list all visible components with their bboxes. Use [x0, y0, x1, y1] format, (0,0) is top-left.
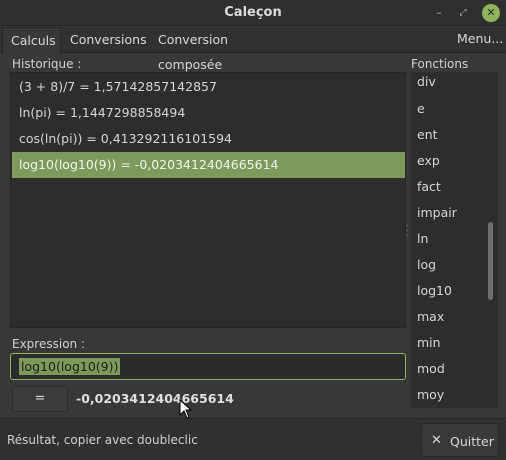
history-list[interactable]: (3 + 8)/7 = 1,57142857142857 ln(pi) = 1,… — [10, 72, 406, 328]
expression-label: Expression : — [12, 337, 85, 351]
expression-input[interactable]: log10(log10(9)) — [10, 353, 406, 380]
result-value[interactable]: -0,0203412404665614 — [76, 391, 234, 406]
history-row[interactable]: ln(pi) = 1,1447298858494 — [12, 100, 405, 126]
close-icon: ✕ — [431, 433, 442, 448]
history-row-selected[interactable]: log10(log10(9)) = -0,0203412404665614 — [12, 152, 405, 178]
pane-grip-icon[interactable]: • • • — [405, 223, 409, 240]
history-row[interactable]: (3 + 8)/7 = 1,57142857142857 — [12, 74, 405, 100]
status-bar: Résultat, copier avec doubleclic ✕ Quitt… — [0, 418, 506, 460]
function-item[interactable]: ent — [417, 125, 438, 145]
history-label: Historique : — [12, 57, 82, 71]
tab-bar: Calculs Conversions Conversion composée … — [0, 27, 506, 72]
function-item[interactable]: mod — [417, 359, 445, 379]
history-row[interactable]: cos(ln(pi)) = 0,413292116101594 — [12, 126, 405, 152]
minimize-icon[interactable]: – — [430, 4, 448, 22]
functions-scrollbar[interactable] — [488, 222, 493, 300]
function-item[interactable]: max — [417, 307, 444, 327]
functions-label: Fonctions — [411, 57, 469, 71]
function-item[interactable]: impair — [417, 203, 457, 223]
close-icon[interactable]: ✕ — [482, 4, 500, 22]
equals-button[interactable]: = — [12, 386, 68, 412]
title-bar: Caleçon – ⤢ ✕ — [0, 0, 506, 26]
function-item[interactable]: moy — [417, 385, 444, 405]
function-item[interactable]: log10 — [417, 281, 452, 301]
maximize-icon[interactable]: ⤢ — [454, 4, 472, 22]
status-text: Résultat, copier avec doubleclic — [7, 433, 198, 447]
function-item[interactable]: exp — [417, 151, 440, 171]
function-item[interactable]: div — [417, 72, 436, 92]
menu-button[interactable]: Menu... — [452, 27, 506, 53]
quit-label: Quitter — [450, 434, 494, 449]
function-item[interactable]: fact — [417, 177, 441, 197]
function-item[interactable]: log — [417, 255, 436, 275]
function-item[interactable]: min — [417, 333, 441, 353]
functions-list[interactable]: div e ent exp fact impair ln log log10 m… — [411, 72, 498, 408]
expression-value[interactable]: log10(log10(9)) — [19, 358, 121, 375]
function-item[interactable]: ln — [417, 229, 428, 249]
tab-conversion-composee[interactable]: Conversion composée — [150, 27, 300, 72]
tab-calculs[interactable]: Calculs — [2, 27, 61, 54]
tab-conversions[interactable]: Conversions — [62, 27, 147, 53]
function-item[interactable]: e — [417, 99, 425, 119]
mouse-cursor-icon — [179, 399, 193, 419]
quit-button[interactable]: ✕ Quitter — [421, 423, 499, 457]
